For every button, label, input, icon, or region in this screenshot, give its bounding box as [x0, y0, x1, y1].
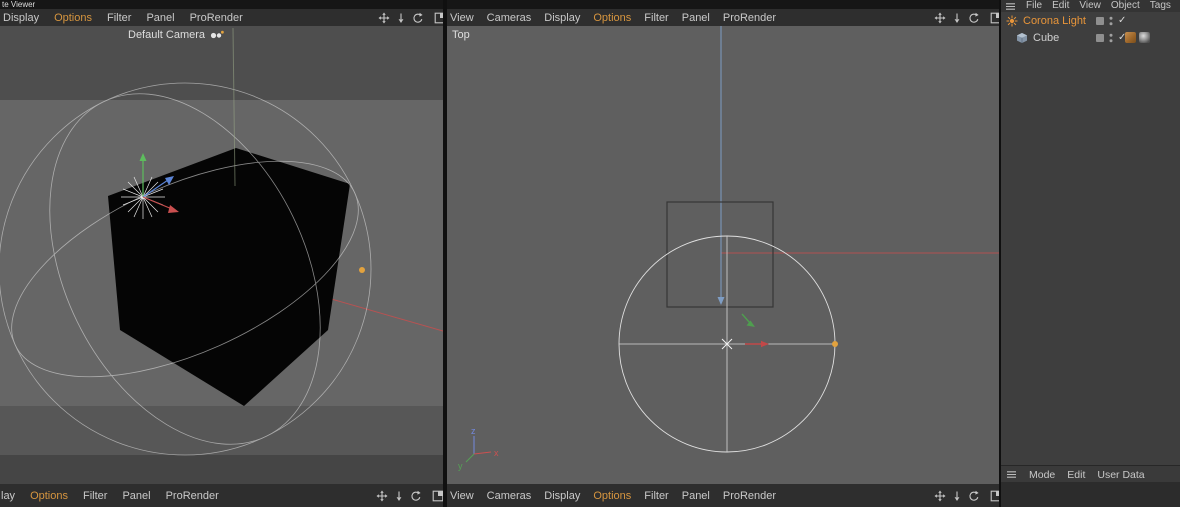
object-name[interactable]: Cube — [1033, 32, 1059, 44]
menu-options[interactable]: Options — [593, 12, 631, 24]
visibility-dots-icon[interactable] — [1108, 15, 1114, 27]
falloff-radius-handle[interactable] — [832, 341, 838, 347]
menu-display[interactable]: Display — [3, 12, 39, 24]
window-title-strip: te Viewer — [0, 0, 1001, 9]
om-menu-mode[interactable]: Mode — [1029, 469, 1055, 481]
menu-cameras[interactable]: Cameras — [487, 12, 532, 24]
menu-panel[interactable]: Panel — [146, 12, 174, 24]
menu-prorender[interactable]: ProRender — [190, 12, 243, 24]
visibility-dots-icon[interactable] — [1108, 32, 1114, 44]
viewport-nav-icons — [376, 490, 444, 502]
dolly-icon[interactable] — [395, 12, 407, 24]
cube-icon — [1016, 32, 1028, 44]
object-manager: File Edit View Object Tags Corona Light … — [1001, 0, 1180, 507]
viewport-nav-icons — [934, 490, 1002, 502]
enabled-check-icon[interactable]: ✓ — [1118, 15, 1126, 26]
menu-prorender[interactable]: ProRender — [723, 12, 776, 24]
menu-cameras[interactable]: Cameras — [487, 490, 532, 502]
axis-y-label: y — [458, 461, 463, 471]
dolly-icon[interactable] — [951, 12, 963, 24]
pan-icon[interactable] — [376, 490, 388, 502]
cinema4d-workspace: te Viewer Display Options Filter Panel P… — [0, 0, 1180, 507]
axis-z-label: z — [471, 426, 476, 436]
camera-icon — [210, 30, 224, 40]
rotate-icon[interactable] — [412, 12, 424, 24]
pan-icon[interactable] — [934, 490, 946, 502]
om-menu-file[interactable]: File — [1026, 0, 1042, 11]
dolly-icon[interactable] — [393, 490, 405, 502]
menu-filter[interactable]: Filter — [107, 12, 131, 24]
cube-silhouette[interactable] — [108, 148, 350, 406]
menu-filter[interactable]: Filter — [83, 490, 107, 502]
menu-display[interactable]: Display — [544, 12, 580, 24]
y-handle-line[interactable] — [741, 313, 751, 324]
material-tag[interactable] — [1139, 32, 1150, 43]
menu-display[interactable]: Display — [544, 490, 580, 502]
menu-filter[interactable]: Filter — [644, 12, 668, 24]
viewport-nav-icons — [934, 12, 1002, 24]
perspective-scene — [0, 27, 443, 456]
menu-view[interactable]: View — [450, 490, 474, 502]
menu-panel[interactable]: Panel — [682, 12, 710, 24]
rotate-icon[interactable] — [968, 490, 980, 502]
menu-panel[interactable]: Panel — [122, 490, 150, 502]
om-menu-view[interactable]: View — [1079, 0, 1101, 11]
object-row-corona-light[interactable]: Corona Light ✓ — [1001, 12, 1180, 29]
object-row-cube[interactable]: Cube ✓ — [1001, 29, 1180, 46]
object-name[interactable]: Corona Light — [1023, 15, 1086, 27]
object-manager-menubar: File Edit View Object Tags — [1001, 0, 1180, 12]
object-manager-footer — [1001, 482, 1180, 507]
menu-options[interactable]: Options — [54, 12, 92, 24]
axis-x-label: x — [494, 448, 499, 458]
top-view-canvas[interactable]: z x y Top — [447, 26, 999, 484]
hamburger-icon[interactable] — [1005, 2, 1016, 11]
perspective-viewport-menubar: Display Options Filter Panel ProRender — [0, 9, 452, 26]
pan-icon[interactable] — [378, 12, 390, 24]
menu-view[interactable]: View — [450, 12, 474, 24]
window-title: te Viewer — [2, 0, 36, 9]
top-viewport-menubar: View Cameras Display Options Filter Pane… — [447, 9, 1008, 26]
pan-icon[interactable] — [934, 12, 946, 24]
z-axis-arrowhead[interactable] — [717, 297, 725, 305]
perspective-canvas[interactable]: Default Camera — [0, 26, 443, 484]
perspective-viewport-bottom-menubar: lay Options Filter Panel ProRender — [0, 484, 450, 507]
menu-panel[interactable]: Panel — [682, 490, 710, 502]
top-viewport-bottom-menubar: View Cameras Display Options Filter Pane… — [447, 484, 1008, 507]
texture-tag[interactable] — [1125, 32, 1136, 43]
menu-prorender[interactable]: ProRender — [166, 490, 219, 502]
falloff-radius-handle[interactable] — [359, 267, 365, 273]
object-toggles: ✓ — [1096, 32, 1126, 44]
viewport-nav-icons — [378, 12, 446, 24]
object-toggles: ✓ — [1096, 15, 1126, 27]
camera-label-text: Default Camera — [128, 29, 206, 41]
world-axis-gizmo: z x y — [458, 426, 499, 471]
menu-options[interactable]: Options — [30, 490, 68, 502]
top-view-scene: z x y — [458, 26, 999, 471]
layer-toggle[interactable] — [1096, 33, 1104, 42]
om-menu-object[interactable]: Object — [1111, 0, 1140, 11]
om-menu-user-data[interactable]: User Data — [1097, 469, 1144, 481]
menu-prorender[interactable]: ProRender — [723, 490, 776, 502]
view-label: Top — [452, 29, 470, 41]
object-tags — [1125, 32, 1150, 43]
layer-toggle[interactable] — [1096, 16, 1104, 25]
cube-top-outline[interactable] — [666, 201, 774, 308]
om-menu-tags[interactable]: Tags — [1150, 0, 1171, 11]
menu-display-cut[interactable]: lay — [1, 490, 15, 502]
menu-options[interactable]: Options — [593, 490, 631, 502]
camera-label: Default Camera — [128, 29, 224, 41]
rotate-icon[interactable] — [968, 12, 980, 24]
x-handle-arrow[interactable] — [761, 340, 769, 348]
menu-filter[interactable]: Filter — [644, 490, 668, 502]
om-menu-edit[interactable]: Edit — [1067, 469, 1085, 481]
corona-light-icon — [1006, 15, 1018, 27]
view-label-text: Top — [452, 29, 470, 41]
y-handle-arrow[interactable] — [139, 153, 147, 161]
rotate-icon[interactable] — [410, 490, 422, 502]
dolly-icon[interactable] — [951, 490, 963, 502]
hamburger-icon[interactable] — [1006, 470, 1017, 479]
object-manager-bottom-bar: Mode Edit User Data — [1001, 465, 1180, 483]
om-menu-edit[interactable]: Edit — [1052, 0, 1069, 11]
